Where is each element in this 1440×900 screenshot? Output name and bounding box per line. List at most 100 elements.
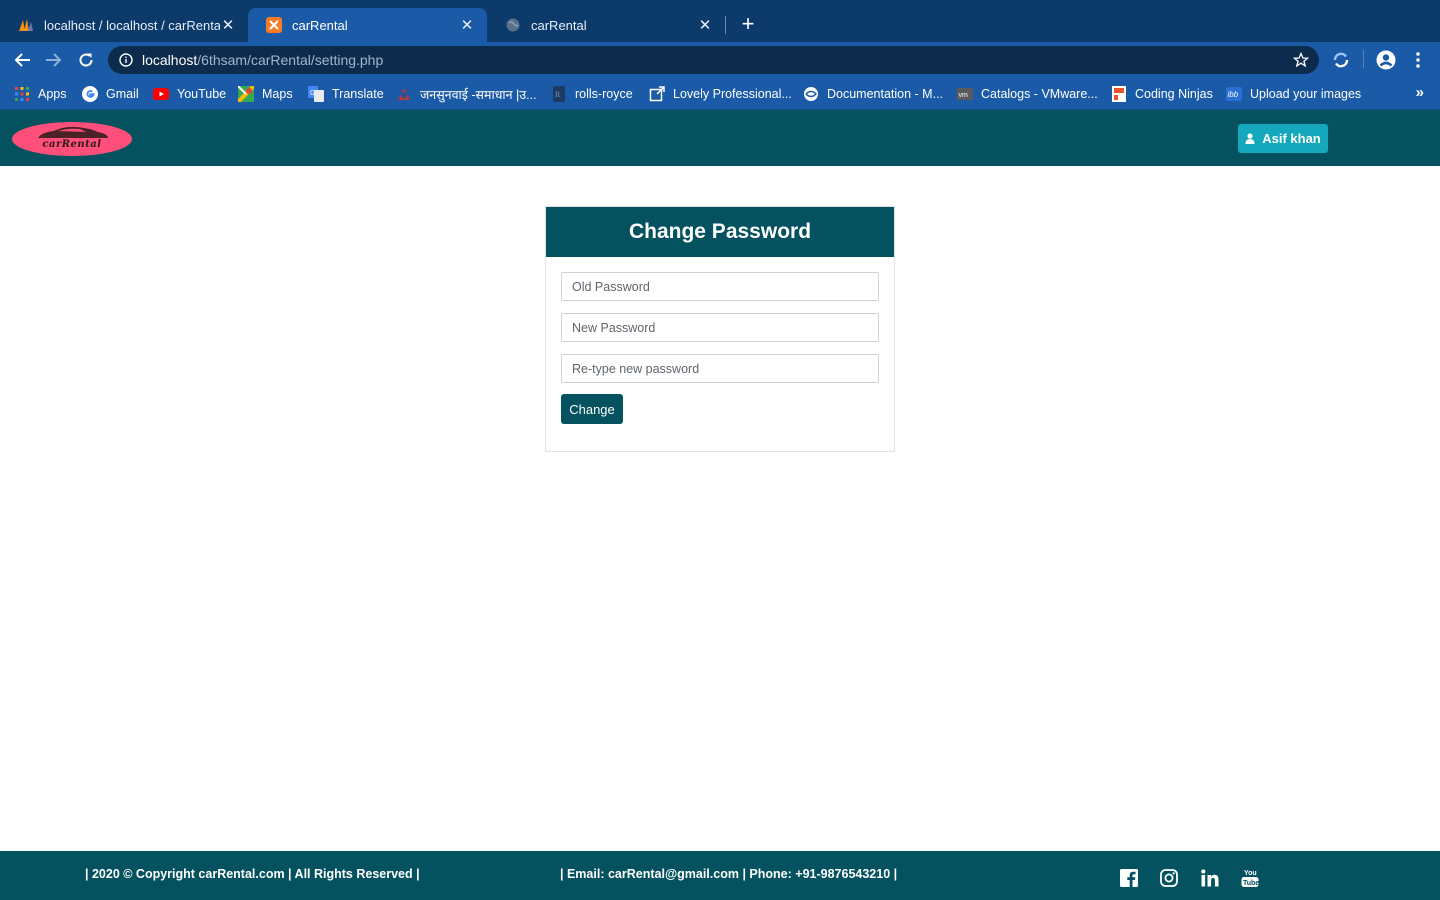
site-footer: | 2020 © Copyright carRental.com | All R… — [0, 851, 1440, 900]
rolls-royce-icon: R — [551, 86, 567, 102]
bookmark-label: Catalogs - VMware... — [981, 87, 1098, 101]
url-path: /6thsam/carRental/setting.php — [197, 52, 384, 68]
bookmarks-bar: Apps Gmail YouTube Maps G Translate जनसु… — [0, 78, 1440, 110]
arrow-right-icon — [46, 53, 62, 67]
svg-text:You: You — [1244, 870, 1257, 877]
reload-button[interactable] — [74, 48, 98, 72]
sync-extension-button[interactable] — [1329, 48, 1353, 72]
vmware-icon: vm — [957, 86, 973, 102]
tab-phpmyadmin[interactable]: localhost / localhost / carRental / ✕ — [0, 8, 248, 42]
xampp-icon — [266, 17, 282, 33]
coding-ninjas-icon — [1111, 86, 1127, 102]
menu-button[interactable] — [1406, 48, 1430, 72]
user-icon — [1245, 133, 1255, 144]
youtube-icon[interactable]: You Tube — [1240, 868, 1260, 888]
back-button[interactable] — [10, 48, 34, 72]
bookmarks-overflow-button[interactable]: » — [1416, 84, 1424, 101]
bookmark-coding-ninjas[interactable]: Coding Ninjas — [1111, 85, 1213, 103]
bookmark-label: Gmail — [106, 87, 139, 101]
svg-text:vm: vm — [959, 92, 969, 99]
bookmark-youtube[interactable]: YouTube — [153, 85, 226, 103]
phpmyadmin-icon — [18, 17, 34, 33]
tab-title: carRental — [292, 17, 348, 33]
bookmark-rolls-royce[interactable]: R rolls-royce — [551, 85, 633, 103]
svg-text:G: G — [310, 90, 315, 97]
url-text: localhost/6thsam/carRental/setting.php — [142, 52, 383, 68]
user-account-button[interactable]: Asif khan — [1238, 124, 1328, 153]
apps-grid-icon — [14, 86, 30, 102]
bookmark-apps[interactable]: Apps — [14, 85, 67, 103]
linkedin-icon[interactable] — [1200, 868, 1220, 888]
card-title: Change Password — [546, 207, 894, 257]
close-icon[interactable]: ✕ — [459, 17, 475, 34]
bookmark-vmware[interactable]: vm Catalogs - VMware... — [957, 85, 1098, 103]
retype-password-field[interactable] — [561, 354, 879, 383]
bookmark-jansunwai[interactable]: जनसुनवाई -समाधान |उ... — [396, 85, 537, 103]
url-host: localhost — [142, 52, 198, 68]
info-icon[interactable] — [118, 52, 134, 68]
footer-copyright: | 2020 © Copyright carRental.com | All R… — [85, 867, 420, 881]
external-link-icon — [649, 86, 665, 102]
phone-label: | Phone: — [742, 867, 792, 881]
change-password-button[interactable]: Change — [561, 394, 623, 424]
logo-text: carRental — [42, 138, 102, 150]
tab-title: carRental — [531, 17, 587, 33]
tab-carrental-active[interactable]: carRental ✕ — [248, 8, 487, 42]
bookmark-label: YouTube — [177, 87, 227, 101]
address-bar[interactable]: localhost/6thsam/carRental/setting.php — [108, 46, 1319, 74]
globe-icon — [505, 17, 521, 33]
tab-separator — [725, 16, 726, 34]
bookmark-translate[interactable]: G Translate — [308, 85, 384, 103]
kebab-menu-icon — [1416, 52, 1420, 68]
google-icon — [82, 86, 98, 102]
footer-contact: | Email: carRental@gmail.com | Phone: +9… — [560, 867, 897, 881]
bookmark-label: Lovely Professional... — [673, 87, 792, 101]
site-logo[interactable]: carRental — [12, 122, 132, 156]
phone-value: +91-9876543210 | — [795, 867, 898, 881]
change-password-card: Change Password Change — [545, 206, 895, 452]
old-password-field[interactable] — [561, 272, 879, 301]
bookmark-label: Apps — [38, 87, 67, 101]
bookmark-label: Coding Ninjas — [1135, 87, 1213, 101]
bookmark-label: Upload your images — [1250, 87, 1362, 101]
bookmark-maps[interactable]: Maps — [238, 85, 293, 103]
toolbar-divider — [1363, 50, 1364, 68]
bookmark-label: Maps — [262, 87, 293, 101]
bookmark-gmail[interactable]: Gmail — [82, 85, 139, 103]
user-name: Asif khan — [1262, 131, 1321, 146]
account-circle-icon — [1376, 50, 1396, 70]
instagram-icon[interactable] — [1159, 868, 1179, 888]
bookmark-imgbb[interactable]: ibb Upload your images — [1226, 85, 1361, 103]
bookmark-documentation[interactable]: Documentation - M... — [803, 85, 943, 103]
emblem-icon — [396, 86, 412, 102]
facebook-icon[interactable] — [1119, 868, 1139, 888]
site-header: carRental Asif khan — [0, 110, 1440, 166]
tab-carrental[interactable]: carRental ✕ — [487, 8, 725, 42]
new-password-field[interactable] — [561, 313, 879, 342]
browser-tabstrip: localhost / localhost / carRental / ✕ ca… — [0, 0, 1440, 42]
doc-globe-icon — [803, 86, 819, 102]
tab-title: localhost / localhost / carRental / — [44, 17, 220, 33]
bookmark-label: Documentation - M... — [827, 87, 944, 101]
bookmark-star-icon[interactable] — [1292, 51, 1310, 68]
svg-text:ibb: ibb — [1228, 90, 1239, 99]
ibb-icon: ibb — [1226, 86, 1242, 102]
sync-icon — [1333, 52, 1349, 68]
forward-button[interactable] — [42, 48, 66, 72]
close-icon[interactable]: ✕ — [220, 17, 236, 34]
reload-icon — [79, 53, 93, 67]
maps-icon — [238, 86, 254, 102]
bookmark-lpu[interactable]: Lovely Professional... — [649, 85, 792, 103]
bookmark-label: Translate — [332, 87, 384, 101]
arrow-left-icon — [14, 53, 30, 67]
bookmark-label: rolls-royce — [575, 87, 633, 101]
profile-button[interactable] — [1374, 48, 1398, 72]
bookmark-label: जनसुनवाई -समाधान |उ... — [420, 87, 537, 102]
email-label: | Email: — [560, 867, 605, 881]
svg-text:R: R — [555, 90, 561, 99]
close-icon[interactable]: ✕ — [697, 17, 713, 34]
svg-text:Tube: Tube — [1243, 880, 1259, 887]
new-tab-button[interactable]: + — [736, 13, 760, 37]
browser-toolbar: localhost/6thsam/carRental/setting.php — [0, 42, 1440, 78]
email-value[interactable]: carRental@gmail.com — [608, 867, 739, 881]
